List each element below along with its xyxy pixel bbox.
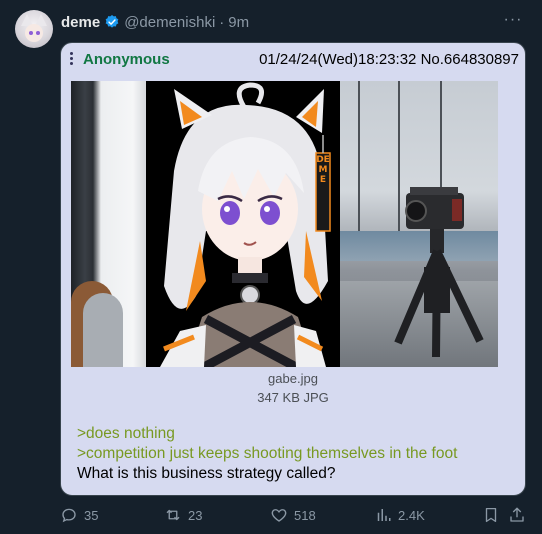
left-photo-strip bbox=[71, 81, 146, 367]
post-menu-icon bbox=[69, 51, 75, 67]
anime-character-art: DEME bbox=[146, 81, 340, 367]
person-shirt bbox=[83, 293, 123, 367]
like-button[interactable]: 518 bbox=[270, 504, 316, 526]
views-button[interactable]: 2.4K bbox=[374, 504, 425, 526]
bookmark-button[interactable] bbox=[482, 504, 506, 526]
post-body-text: What is this business strategy called? bbox=[77, 465, 336, 482]
greentext-line-2: >competition just keeps shooting themsel… bbox=[77, 445, 458, 462]
post-screenshot-card[interactable]: Anonymous 01/24/24(Wed)18:23:32 No.66483… bbox=[60, 42, 526, 496]
avatar-eye-right bbox=[36, 31, 40, 35]
views-count: 2.4K bbox=[398, 507, 425, 523]
repost-icon bbox=[166, 509, 180, 521]
user-handle[interactable]: @demenishki bbox=[124, 14, 215, 31]
separator-dot: · bbox=[219, 13, 225, 31]
file-size: 347 KB JPG bbox=[257, 390, 329, 405]
tweet-actions: 35 23 518 2.4K bbox=[0, 504, 542, 526]
verified-badge-icon bbox=[105, 15, 119, 28]
bookmark-icon bbox=[485, 507, 497, 523]
repost-button[interactable]: 23 bbox=[164, 504, 202, 526]
avatar[interactable] bbox=[15, 10, 53, 48]
anime-character-drawing bbox=[146, 81, 340, 367]
post-meta: 01/24/24(Wed)18:23:32 No.664830897 bbox=[259, 51, 519, 68]
poster-name: Anonymous bbox=[83, 51, 170, 68]
avatar-face bbox=[25, 24, 43, 42]
share-button[interactable] bbox=[508, 504, 532, 526]
tripod-camera-drawing bbox=[394, 187, 484, 358]
like-count: 518 bbox=[294, 507, 316, 523]
share-icon bbox=[510, 507, 524, 522]
timestamp[interactable]: 9m bbox=[228, 14, 249, 31]
repost-count: 23 bbox=[188, 507, 203, 523]
tag-text: DEME bbox=[316, 155, 330, 185]
reply-button[interactable]: 35 bbox=[60, 504, 98, 526]
reply-count: 35 bbox=[84, 507, 99, 523]
camera-photo bbox=[340, 81, 498, 367]
more-icon[interactable]: ··· bbox=[502, 10, 524, 30]
post-header: Anonymous 01/24/24(Wed)18:23:32 No.66483… bbox=[61, 43, 525, 75]
like-icon bbox=[271, 509, 287, 522]
reply-icon bbox=[62, 508, 76, 523]
views-icon bbox=[377, 509, 391, 521]
post-image: DEME bbox=[71, 81, 498, 367]
display-name[interactable]: deme bbox=[61, 14, 100, 31]
avatar-eye-left bbox=[29, 31, 33, 35]
tweet-header: deme @demenishki · 9m bbox=[61, 13, 249, 31]
file-name[interactable]: gabe.jpg bbox=[61, 371, 525, 386]
greentext-line-1: >does nothing bbox=[77, 425, 175, 442]
